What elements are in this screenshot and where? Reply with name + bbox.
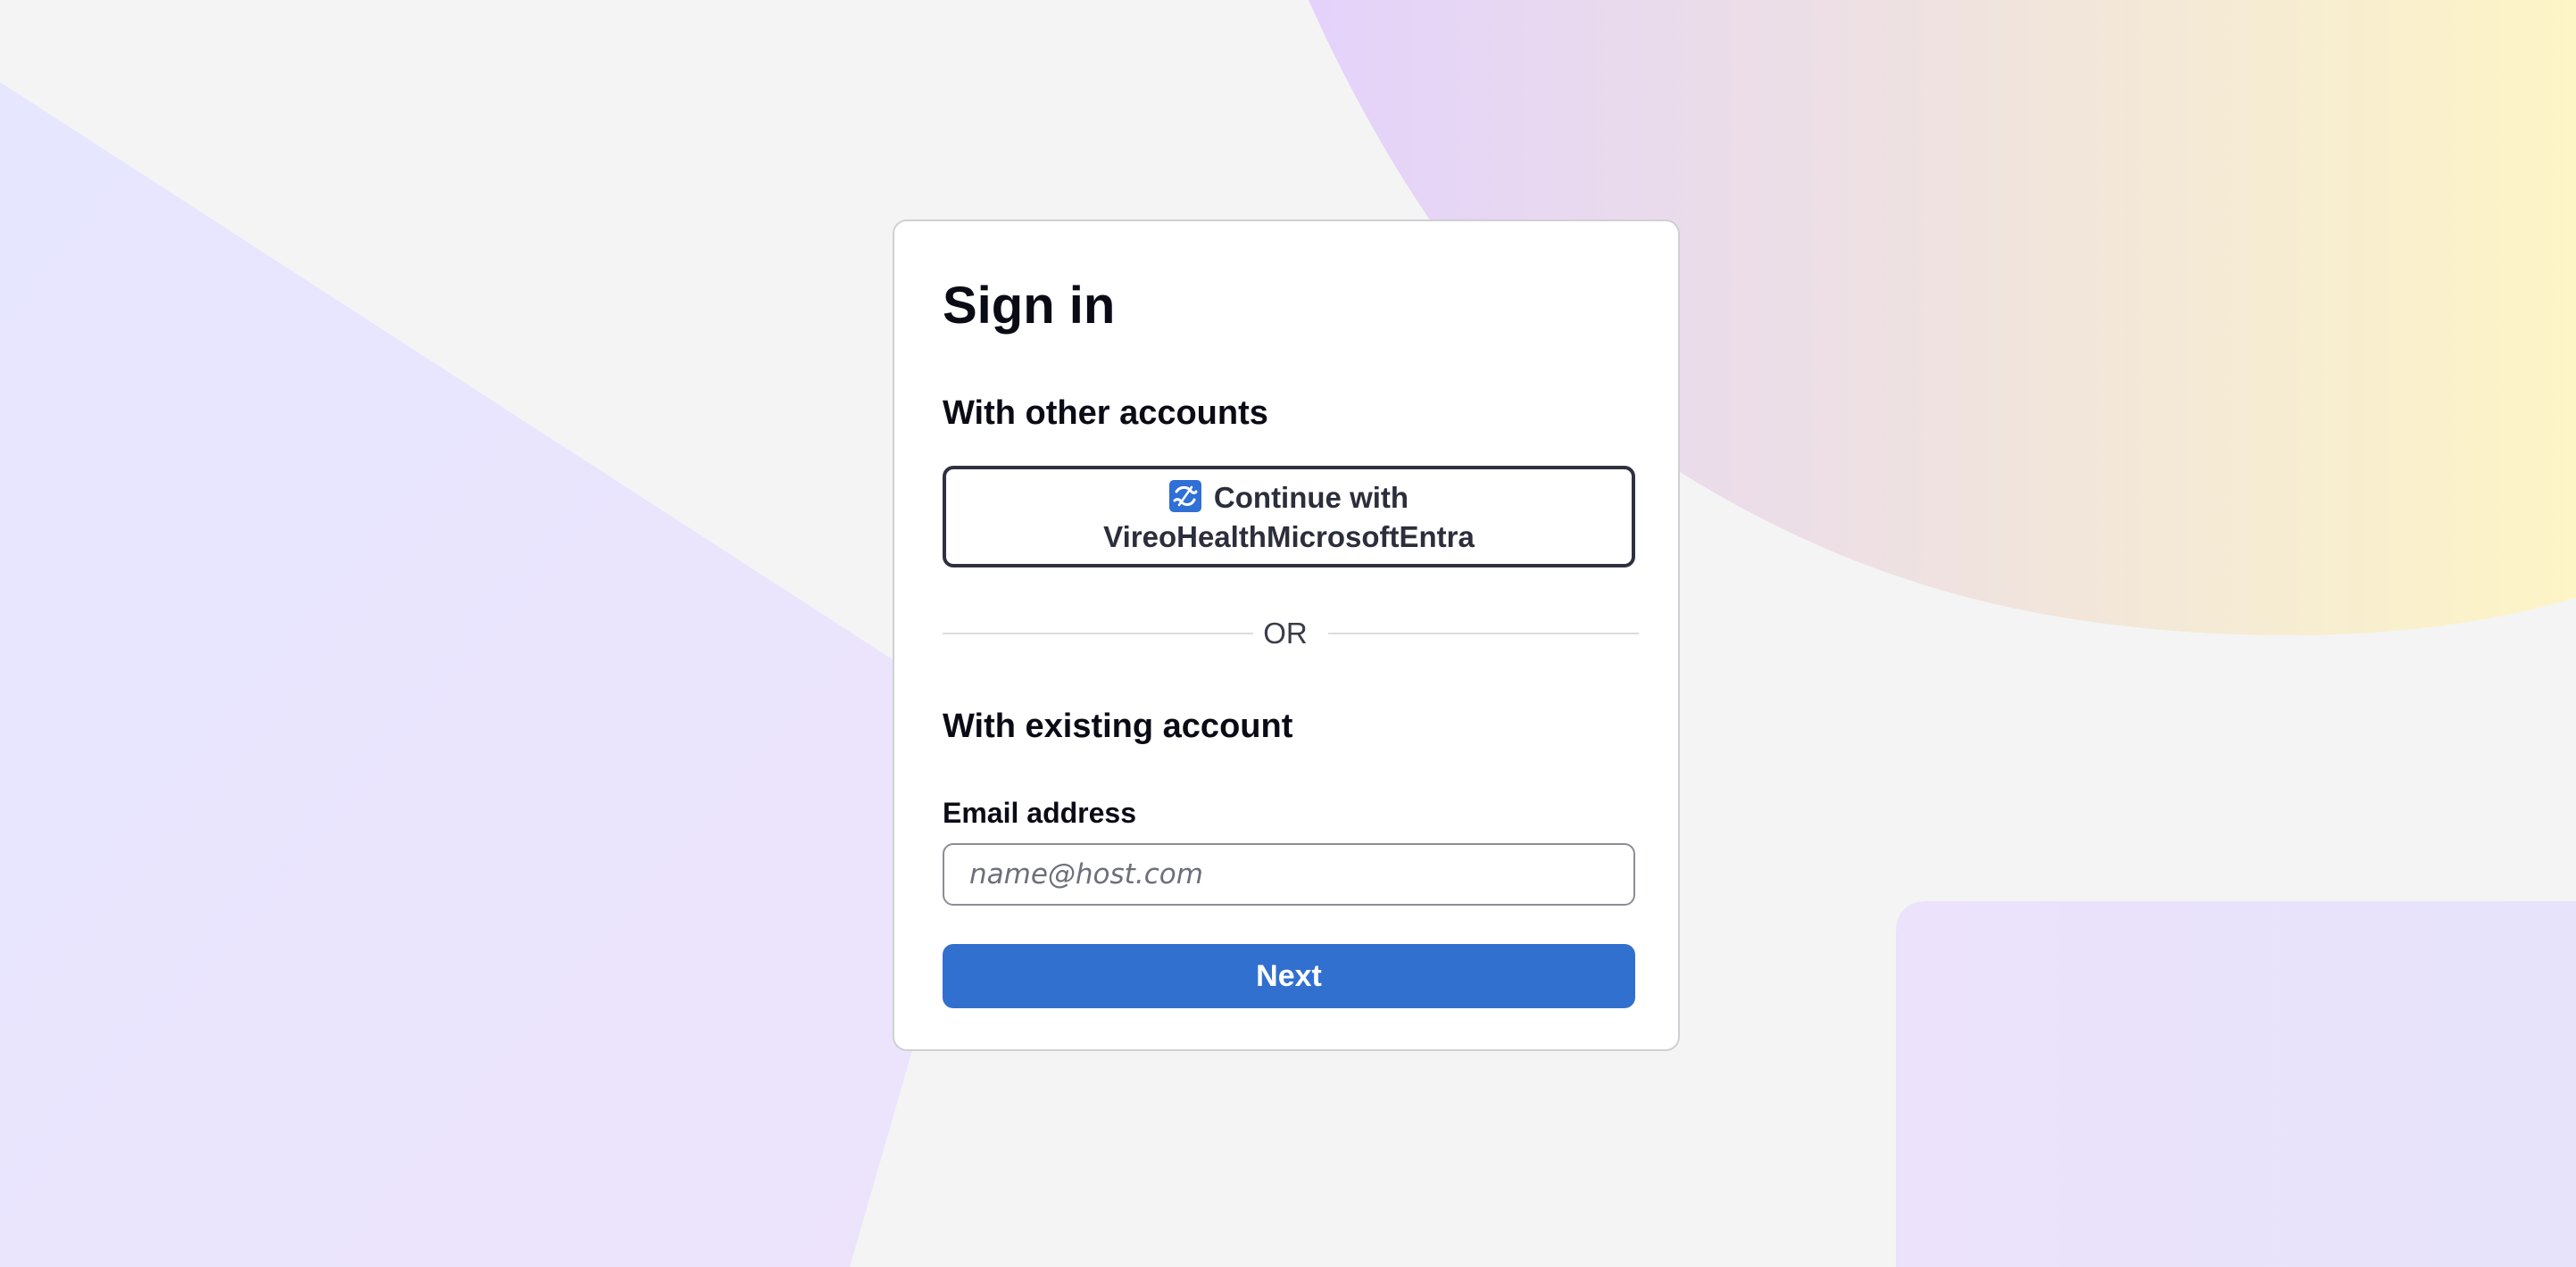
email-field[interactable] xyxy=(943,843,1635,906)
email-label: Email address xyxy=(943,797,1136,829)
continue-with-sso-button[interactable]: Continue with VireoHealthMicrosoftEntra xyxy=(943,466,1635,567)
sso-button-line2: VireoHealthMicrosoftEntra xyxy=(1103,520,1475,553)
divider-left xyxy=(943,633,1253,634)
sso-button-line1: Continue with xyxy=(1213,481,1409,514)
page-title: Sign in xyxy=(943,277,1116,335)
existing-account-heading: With existing account xyxy=(943,708,1293,745)
left-shape xyxy=(0,82,1004,1267)
divider-or: OR xyxy=(1263,617,1308,650)
next-button[interactable]: Next xyxy=(943,944,1635,1008)
bottom-right-shape xyxy=(1896,901,2576,1267)
other-accounts-heading: With other accounts xyxy=(943,394,1268,432)
signin-card: Sign in With other accounts Continue wit… xyxy=(893,219,1680,1051)
identity-provider-icon xyxy=(1168,480,1201,512)
divider-right xyxy=(1328,633,1639,634)
